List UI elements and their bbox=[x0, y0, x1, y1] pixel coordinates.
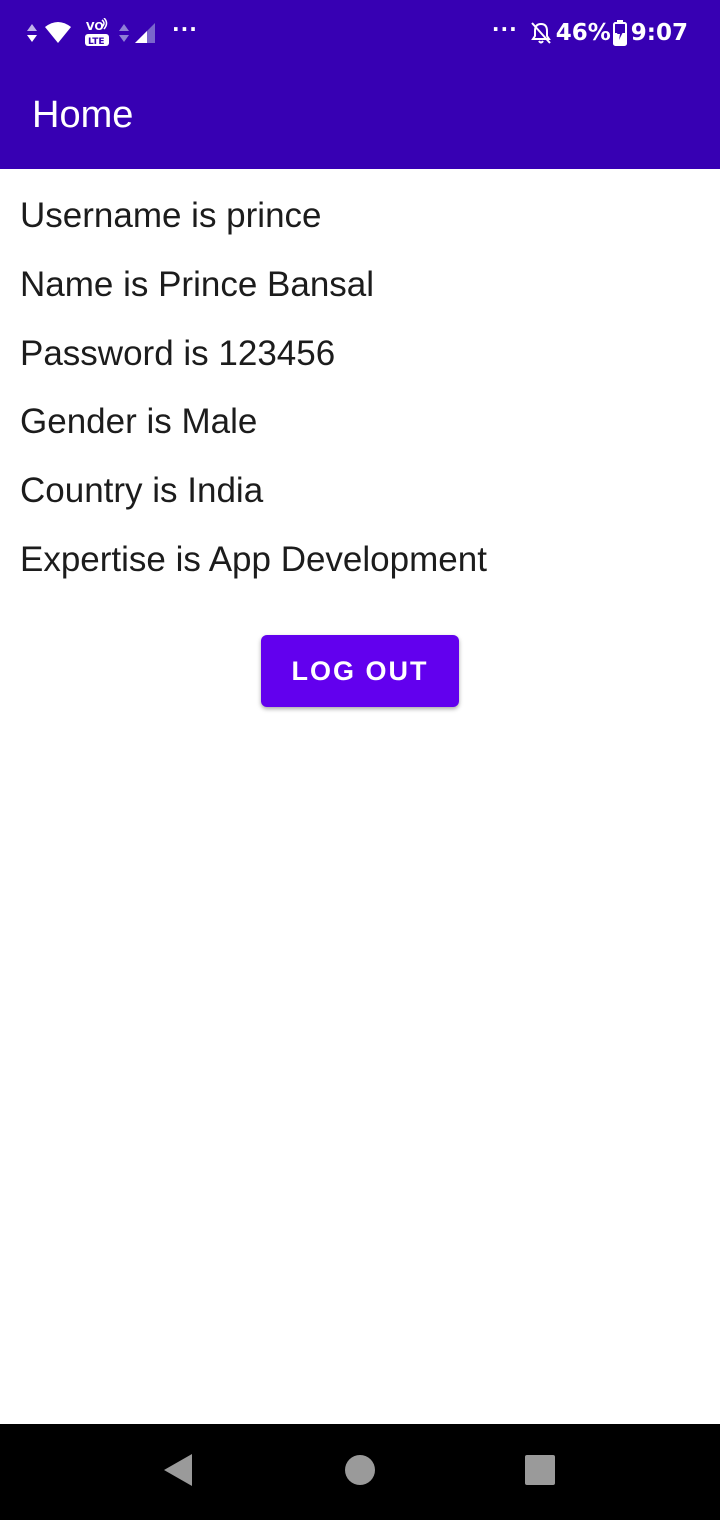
navigation-bar bbox=[0, 1424, 720, 1520]
cell-signal-icon bbox=[134, 22, 156, 44]
nav-back-button[interactable] bbox=[118, 1424, 238, 1520]
password-text: Password is 123456 bbox=[20, 334, 336, 373]
expertise-text: Expertise is App Development bbox=[20, 540, 487, 579]
mute-bell-icon bbox=[530, 21, 552, 45]
status-bar: VO LTE ··· ··· 46% 9:07 bbox=[0, 0, 720, 66]
logout-button[interactable]: LOG OUT bbox=[261, 635, 459, 707]
volte-bottom-text: LTE bbox=[88, 37, 105, 47]
data-arrows-icon bbox=[26, 23, 38, 43]
page-title: Home bbox=[32, 94, 134, 136]
left-overflow-dots: ··· bbox=[172, 17, 198, 41]
battery-percent: 46% bbox=[555, 20, 611, 46]
wifi-icon bbox=[44, 22, 72, 44]
gender-text: Gender is Male bbox=[20, 402, 258, 441]
volte-top-text: VO bbox=[86, 20, 104, 33]
clock: 9:07 bbox=[630, 20, 688, 46]
status-right-icons: ··· 46% 9:07 bbox=[492, 0, 688, 66]
username-text: Username is prince bbox=[20, 196, 322, 235]
volte-icon: VO LTE bbox=[84, 18, 110, 48]
home-icon bbox=[344, 1454, 376, 1490]
country-text: Country is India bbox=[20, 471, 264, 510]
battery-icon bbox=[612, 20, 627, 46]
status-left-icons: VO LTE ··· bbox=[26, 0, 198, 66]
right-overflow-dots: ··· bbox=[491, 17, 518, 41]
nav-recents-button[interactable] bbox=[480, 1424, 600, 1520]
nav-home-button[interactable] bbox=[300, 1424, 420, 1520]
screen: VO LTE ··· ··· 46% 9:07 Home Username is… bbox=[0, 0, 720, 1520]
recents-icon bbox=[525, 1455, 555, 1489]
name-text: Name is Prince Bansal bbox=[20, 265, 375, 304]
back-icon bbox=[162, 1453, 194, 1491]
app-bar: Home bbox=[0, 66, 720, 169]
signal-arrows-icon bbox=[118, 23, 130, 43]
